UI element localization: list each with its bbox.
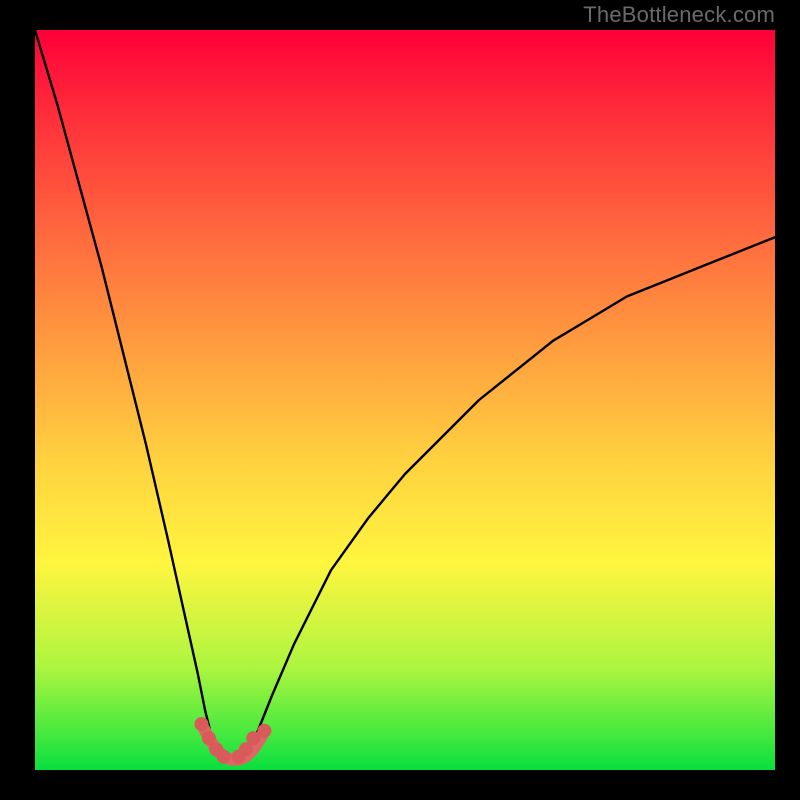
- chart-frame: TheBottleneck.com: [0, 0, 800, 800]
- bottom-arc-dot: [195, 717, 209, 731]
- main-curve: [35, 30, 775, 763]
- bottom-arc-dot: [257, 724, 271, 738]
- curve-layer: [0, 0, 800, 800]
- bottom-arc-dot: [217, 750, 231, 764]
